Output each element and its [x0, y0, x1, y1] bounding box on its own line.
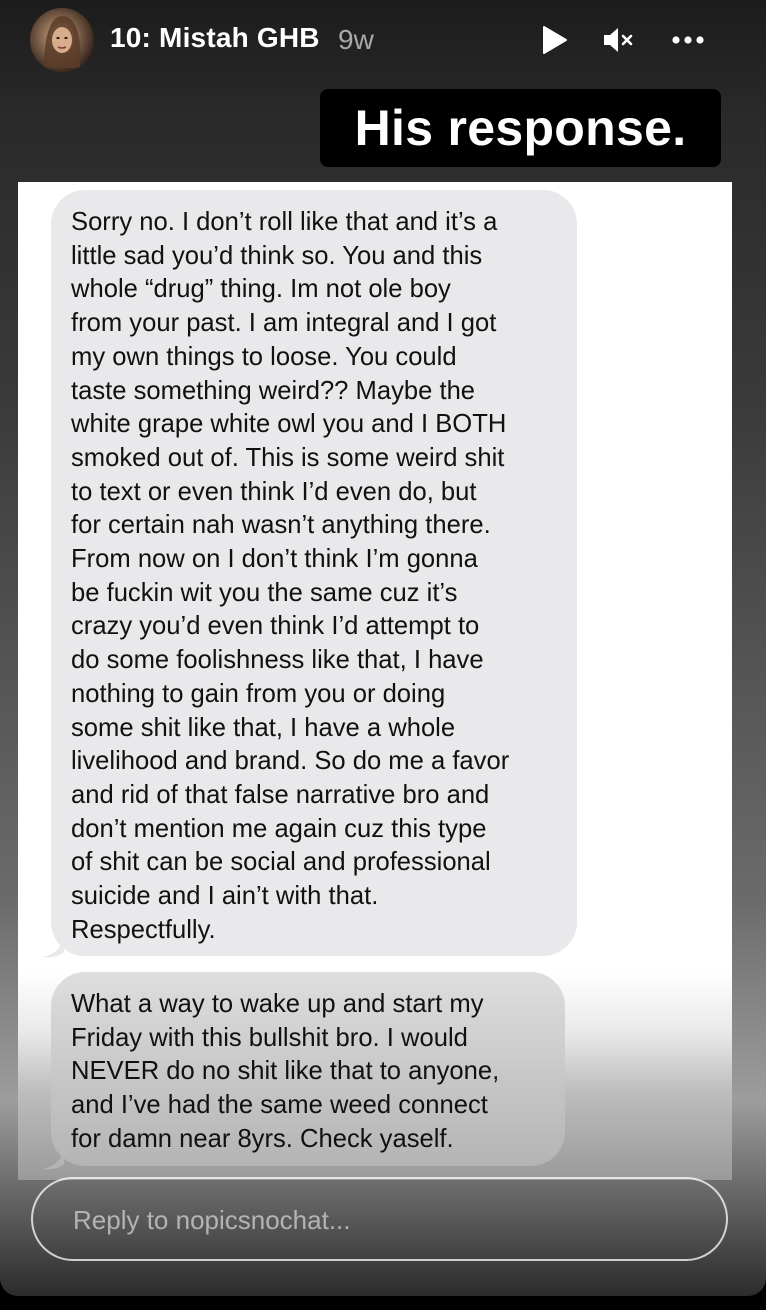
message-line: white grape white owl you and I BOTH: [71, 410, 507, 439]
message-line: do some foolishness like that, I have: [71, 646, 484, 675]
play-button[interactable]: [536, 22, 572, 58]
message-line: my own things to loose. You could: [71, 342, 457, 371]
message-line: some shit like that, I have a whole: [71, 713, 456, 742]
more-options-button[interactable]: [670, 22, 706, 58]
avatar-image: [44, 16, 81, 68]
message-line: whole “drug” thing. Im not ole boy: [71, 275, 451, 304]
story-time-ago: 9w: [338, 24, 374, 55]
message-bubble: Sorry no. I don’t roll like that and it’…: [51, 190, 577, 956]
message-line: livelihood and brand. So do me a favor: [71, 747, 510, 776]
mute-button[interactable]: [600, 22, 636, 58]
mute-icon: [604, 28, 633, 52]
message-line: Sorry no. I don’t roll like that and it’…: [71, 208, 498, 236]
message-line: and I’ve had the same weed connect: [71, 1091, 488, 1120]
message-line: don’t mention me again cuz this type: [71, 814, 487, 843]
story-username[interactable]: 10: Mistah GHB: [110, 22, 320, 54]
message-line: from your past. I am integral and I got: [71, 309, 497, 338]
message-line: for certain nah wasn’t anything there.: [71, 511, 491, 540]
message-line: What a way to wake up and start my: [71, 990, 484, 1018]
story-header: 10: Mistah GHB 9w: [0, 0, 766, 80]
message-line: suicide and I ain’t with that.: [71, 882, 379, 911]
message-line: Respectfully.: [71, 915, 216, 944]
message-line: of shit can be social and professional: [71, 848, 491, 877]
message-line: to text or even think I’d even do, but: [71, 477, 477, 506]
message-line: taste something weird?? Maybe the: [71, 376, 476, 405]
story-caption: His response.: [320, 89, 721, 167]
message-line: Friday with this bullshit bro. I would: [71, 1023, 468, 1052]
avatar[interactable]: [30, 8, 94, 72]
message-line: be fuckin wit you the same cuz it’s: [71, 578, 458, 607]
reply-input[interactable]: Reply to nopicsnochat...: [31, 1177, 728, 1261]
message-line: nothing to gain from you or doing: [71, 679, 446, 708]
message-screenshot: Sorry no. I don’t roll like that and it’…: [18, 182, 732, 1180]
message-line: smoked out of. This is some weird shit: [71, 443, 505, 472]
reply-placeholder: Reply to nopicsnochat...: [73, 1205, 351, 1235]
message-line: little sad you’d think so. You and this: [71, 241, 483, 270]
play-icon: [543, 26, 567, 54]
story-viewer: 10: Mistah GHB 9w His response. Sorry no…: [0, 0, 766, 1296]
message-line: crazy you’d even think I’d attempt to: [71, 612, 480, 641]
message-line: and rid of that false narrative bro and: [71, 780, 490, 809]
message-line: From now on I don’t think I’m gonna: [71, 545, 478, 574]
message-line: NEVER do no shit like that to anyone,: [71, 1057, 500, 1086]
more-icon: [672, 36, 704, 44]
message-bubble: What a way to wake up and start my Frida…: [51, 972, 565, 1166]
message-line: for damn near 8yrs. Check yaself.: [71, 1124, 454, 1153]
